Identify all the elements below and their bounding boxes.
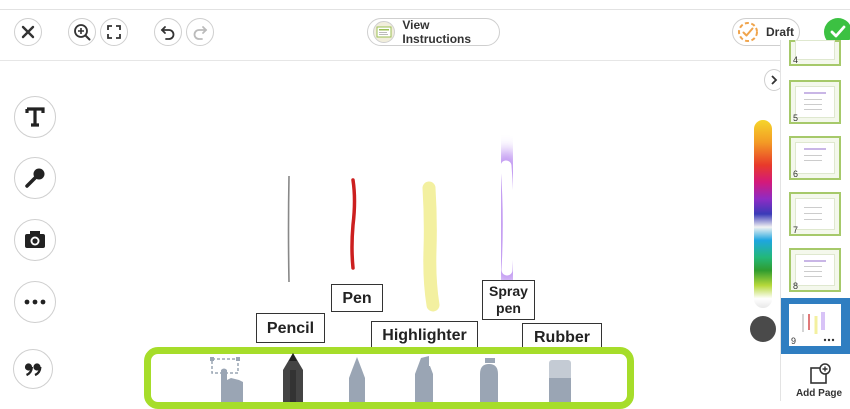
add-page-label: Add Page bbox=[795, 388, 843, 399]
pencil-label: Pencil bbox=[256, 313, 325, 343]
page-thumbnail[interactable]: 8 bbox=[789, 248, 841, 292]
spray-pen-label: Spray pen bbox=[482, 280, 535, 320]
page-thumbnail[interactable]: 4 bbox=[789, 40, 841, 66]
pen-tool-icon[interactable] bbox=[344, 356, 370, 402]
page-number: 6 bbox=[793, 169, 799, 179]
color-palette-slider[interactable] bbox=[754, 120, 772, 308]
page-number: 8 bbox=[793, 281, 799, 291]
page-number: 5 bbox=[793, 113, 799, 123]
select-hand-icon[interactable] bbox=[209, 356, 249, 402]
spray-pen-tool-icon[interactable] bbox=[473, 356, 505, 402]
drawing-tool-tray bbox=[144, 347, 634, 409]
rubber-tool-icon[interactable] bbox=[545, 358, 575, 402]
pencil-tool-icon[interactable] bbox=[278, 352, 308, 402]
add-page-icon bbox=[810, 363, 831, 384]
page-sidebar: 4 5 6 7 8 9 Add Page bbox=[780, 40, 850, 401]
chevron-right-icon bbox=[771, 75, 778, 85]
page-9-preview bbox=[802, 312, 835, 342]
page-number: 9 bbox=[791, 336, 797, 346]
spray-pen-stroke bbox=[500, 160, 514, 276]
pencil-stroke bbox=[287, 175, 290, 283]
page-number: 7 bbox=[793, 225, 799, 235]
page-thumbnail[interactable]: 6 bbox=[789, 136, 841, 180]
page-thumbnail[interactable]: 5 bbox=[789, 80, 841, 124]
page-number: 4 bbox=[793, 55, 799, 65]
page-thumbnail[interactable]: 7 bbox=[789, 192, 841, 236]
pen-label: Pen bbox=[331, 284, 383, 312]
highlighter-label: Highlighter bbox=[371, 321, 478, 349]
highlighter-stroke bbox=[422, 181, 440, 312]
page-thumbnail[interactable]: 9 bbox=[789, 304, 841, 346]
add-page-button[interactable]: Add Page bbox=[781, 358, 850, 401]
pen-stroke bbox=[350, 178, 357, 270]
highlighter-tool-icon[interactable] bbox=[409, 356, 439, 402]
selected-color-swatch[interactable] bbox=[750, 316, 776, 342]
selected-page-highlight[interactable]: 9 bbox=[781, 298, 850, 354]
